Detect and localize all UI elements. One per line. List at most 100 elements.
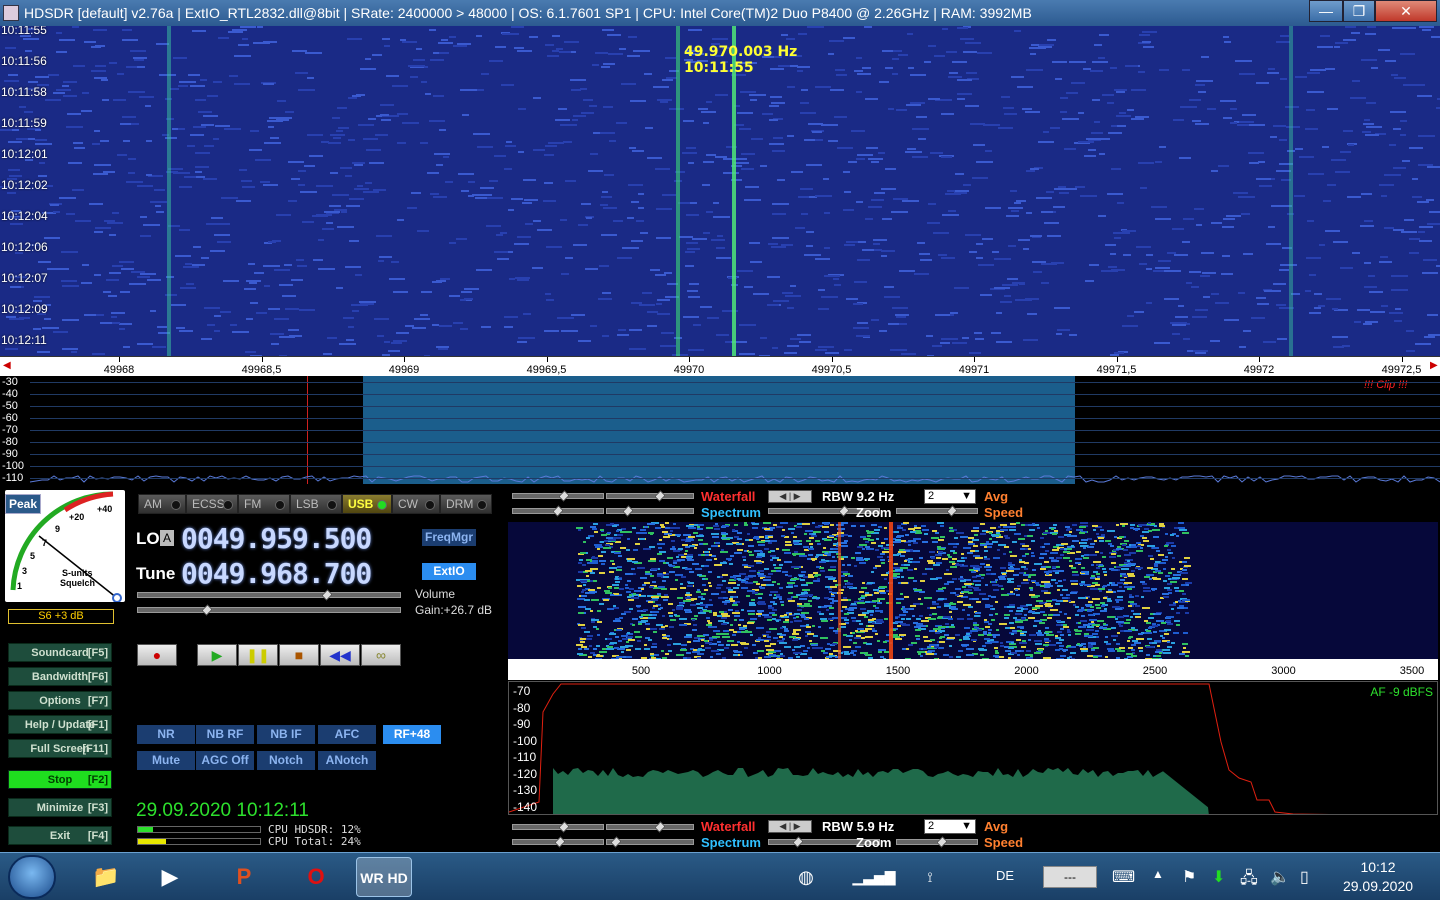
mute-button[interactable]: Mute: [137, 751, 195, 770]
af-slider[interactable]: [512, 505, 604, 517]
nb-if-button[interactable]: NB IF: [257, 725, 315, 744]
avg-select[interactable]: 2 ▼: [924, 819, 976, 834]
rewind-button[interactable]: ◀◀: [320, 644, 360, 666]
keyboard-icon[interactable]: ⌨: [1112, 867, 1135, 887]
help-update-button[interactable]: Help / Update [F1]: [8, 715, 112, 734]
axis-tick: [1259, 357, 1260, 362]
rf-gain-button[interactable]: RF+48: [383, 725, 441, 744]
rbw-arrows[interactable]: ◀ | ▶: [768, 490, 812, 503]
af-spectrum[interactable]: -70 -80 -90 -100 -110 -120 -130 -140 AF -9 dBFS: [508, 681, 1438, 815]
bandwidth-button[interactable]: Bandwidth [F6]: [8, 667, 112, 686]
minimize-button[interactable]: Minimize [F3]: [8, 798, 112, 817]
power-icon[interactable]: ▯: [1300, 867, 1309, 887]
lo-frequency-display[interactable]: 0049.959.500: [181, 522, 372, 555]
play-button[interactable]: ▶: [197, 644, 237, 666]
slider-knob[interactable]: [558, 821, 570, 833]
tune-frequency-display[interactable]: 0049.968.700: [181, 557, 372, 590]
cpu-total-text: CPU Total: 24%: [268, 835, 361, 848]
volume-icon[interactable]: 🔈: [1270, 867, 1290, 887]
agc-button[interactable]: AGC Off: [196, 751, 254, 770]
mode-lsb-button[interactable]: LSB: [290, 494, 342, 514]
af-waterfall[interactable]: [508, 522, 1438, 659]
language-indicator[interactable]: DE: [996, 868, 1014, 883]
mode-fm-button[interactable]: FM: [238, 494, 290, 514]
frequency-axis[interactable]: ◀ ▶ 49968 49968,5 49969 49969,5 49970 49970,5…: [0, 356, 1440, 376]
signal-strength-icon[interactable]: ▁▃▅▇: [846, 857, 902, 897]
notch-button[interactable]: Notch: [257, 751, 315, 770]
volume-slider[interactable]: [137, 589, 401, 601]
media-player-icon[interactable]: ▶: [142, 857, 198, 897]
slider-knob[interactable]: [654, 821, 666, 833]
tray-input-box[interactable]: ---: [1043, 866, 1097, 888]
axis-tick: [974, 357, 975, 362]
af-slider[interactable]: [606, 821, 694, 833]
nb-rf-button[interactable]: NB RF: [196, 725, 254, 744]
anotch-button[interactable]: ANotch: [318, 751, 376, 770]
slider-knob[interactable]: [558, 490, 570, 502]
powerpoint-icon[interactable]: P: [216, 857, 272, 897]
slider-knob[interactable]: [654, 490, 666, 502]
stop-button[interactable]: Stop [F2]: [8, 770, 112, 789]
full-screen-button[interactable]: Full Screen [F11]: [8, 739, 112, 758]
af-slider[interactable]: [512, 836, 604, 848]
slider-knob[interactable]: [554, 836, 566, 848]
system-clock[interactable]: 10:12 29.09.2020: [1330, 858, 1426, 896]
avg-select[interactable]: 2 ▼: [924, 489, 976, 504]
record-button[interactable]: ●: [137, 644, 177, 666]
rf-waterfall[interactable]: 10:11:55 10:11:56 10:11:58 10:11:59 10:12:01…: [0, 26, 1440, 356]
speed-slider[interactable]: [896, 836, 978, 848]
exit-button[interactable]: Exit [F4]: [8, 826, 112, 845]
opera-icon[interactable]: O: [288, 857, 344, 897]
options-button[interactable]: Options [F7]: [8, 691, 112, 710]
extio-button[interactable]: ExtIO: [421, 562, 477, 581]
start-button[interactable]: [8, 855, 56, 899]
slider-knob[interactable]: [552, 505, 564, 517]
freqmgr-button[interactable]: FreqMgr: [421, 528, 477, 547]
mode-ecss-button[interactable]: ECSS: [186, 494, 238, 514]
slider-knob[interactable]: [936, 836, 948, 848]
safely-remove-icon[interactable]: ⬇: [1212, 867, 1225, 887]
minimize-window-button[interactable]: —: [1309, 0, 1343, 22]
afc-button[interactable]: AFC: [318, 725, 376, 744]
slider-knob[interactable]: [622, 505, 634, 517]
gain-slider[interactable]: [137, 604, 401, 616]
shortcut-key: [F3]: [87, 802, 108, 814]
rf-spectrum[interactable]: !!! Clip !!! -30 -40 -50 -60 -70 -80 -90 -100 -1…: [0, 376, 1440, 484]
slider-knob[interactable]: [610, 836, 622, 848]
peak-button[interactable]: Peak: [5, 494, 42, 514]
hdsdr-taskbar-icon[interactable]: WR HD: [356, 857, 412, 897]
mode-am-button[interactable]: AM: [138, 494, 186, 514]
mode-drm-button[interactable]: DRM: [440, 494, 492, 514]
af-slider[interactable]: [606, 505, 694, 517]
af-slider[interactable]: [606, 836, 694, 848]
slider-knob[interactable]: [946, 505, 958, 517]
stop-playback-button[interactable]: ■: [279, 644, 319, 666]
slider-knob[interactable]: [792, 836, 804, 848]
loop-icon: ∞: [376, 647, 386, 663]
scroll-left-icon[interactable]: ◀: [3, 360, 11, 371]
mode-usb-button[interactable]: USB: [342, 494, 392, 514]
waterfall-timestamp: 10:11:58: [1, 85, 47, 99]
flag-icon[interactable]: ⚑: [1182, 867, 1196, 887]
tray-expand-icon[interactable]: ▲: [1152, 867, 1164, 881]
pause-button[interactable]: ❚❚: [238, 644, 278, 666]
af-slider[interactable]: [606, 490, 694, 502]
explorer-icon[interactable]: 📁: [78, 857, 134, 897]
wireless-icon[interactable]: ⟟: [902, 857, 958, 897]
rbw-arrows[interactable]: ◀ | ▶: [768, 820, 812, 833]
network-manager-icon[interactable]: ◍: [778, 857, 834, 897]
maximize-window-button[interactable]: ❐: [1343, 0, 1375, 22]
soundcard-button[interactable]: Soundcard [F5]: [8, 643, 112, 662]
slider-knob[interactable]: [838, 505, 850, 517]
nr-button[interactable]: NR: [137, 725, 195, 744]
mode-cw-button[interactable]: CW: [392, 494, 440, 514]
af-slider[interactable]: [512, 490, 604, 502]
loop-button[interactable]: ∞: [361, 644, 401, 666]
lo-lock-button[interactable]: A: [160, 530, 175, 546]
scroll-right-icon[interactable]: ▶: [1430, 360, 1438, 371]
network-icon[interactable]: 🖧: [1240, 867, 1258, 894]
close-window-button[interactable]: ✕: [1375, 0, 1437, 22]
speed-slider[interactable]: [896, 505, 978, 517]
af-slider[interactable]: [512, 821, 604, 833]
mode-label: FM: [244, 497, 262, 511]
